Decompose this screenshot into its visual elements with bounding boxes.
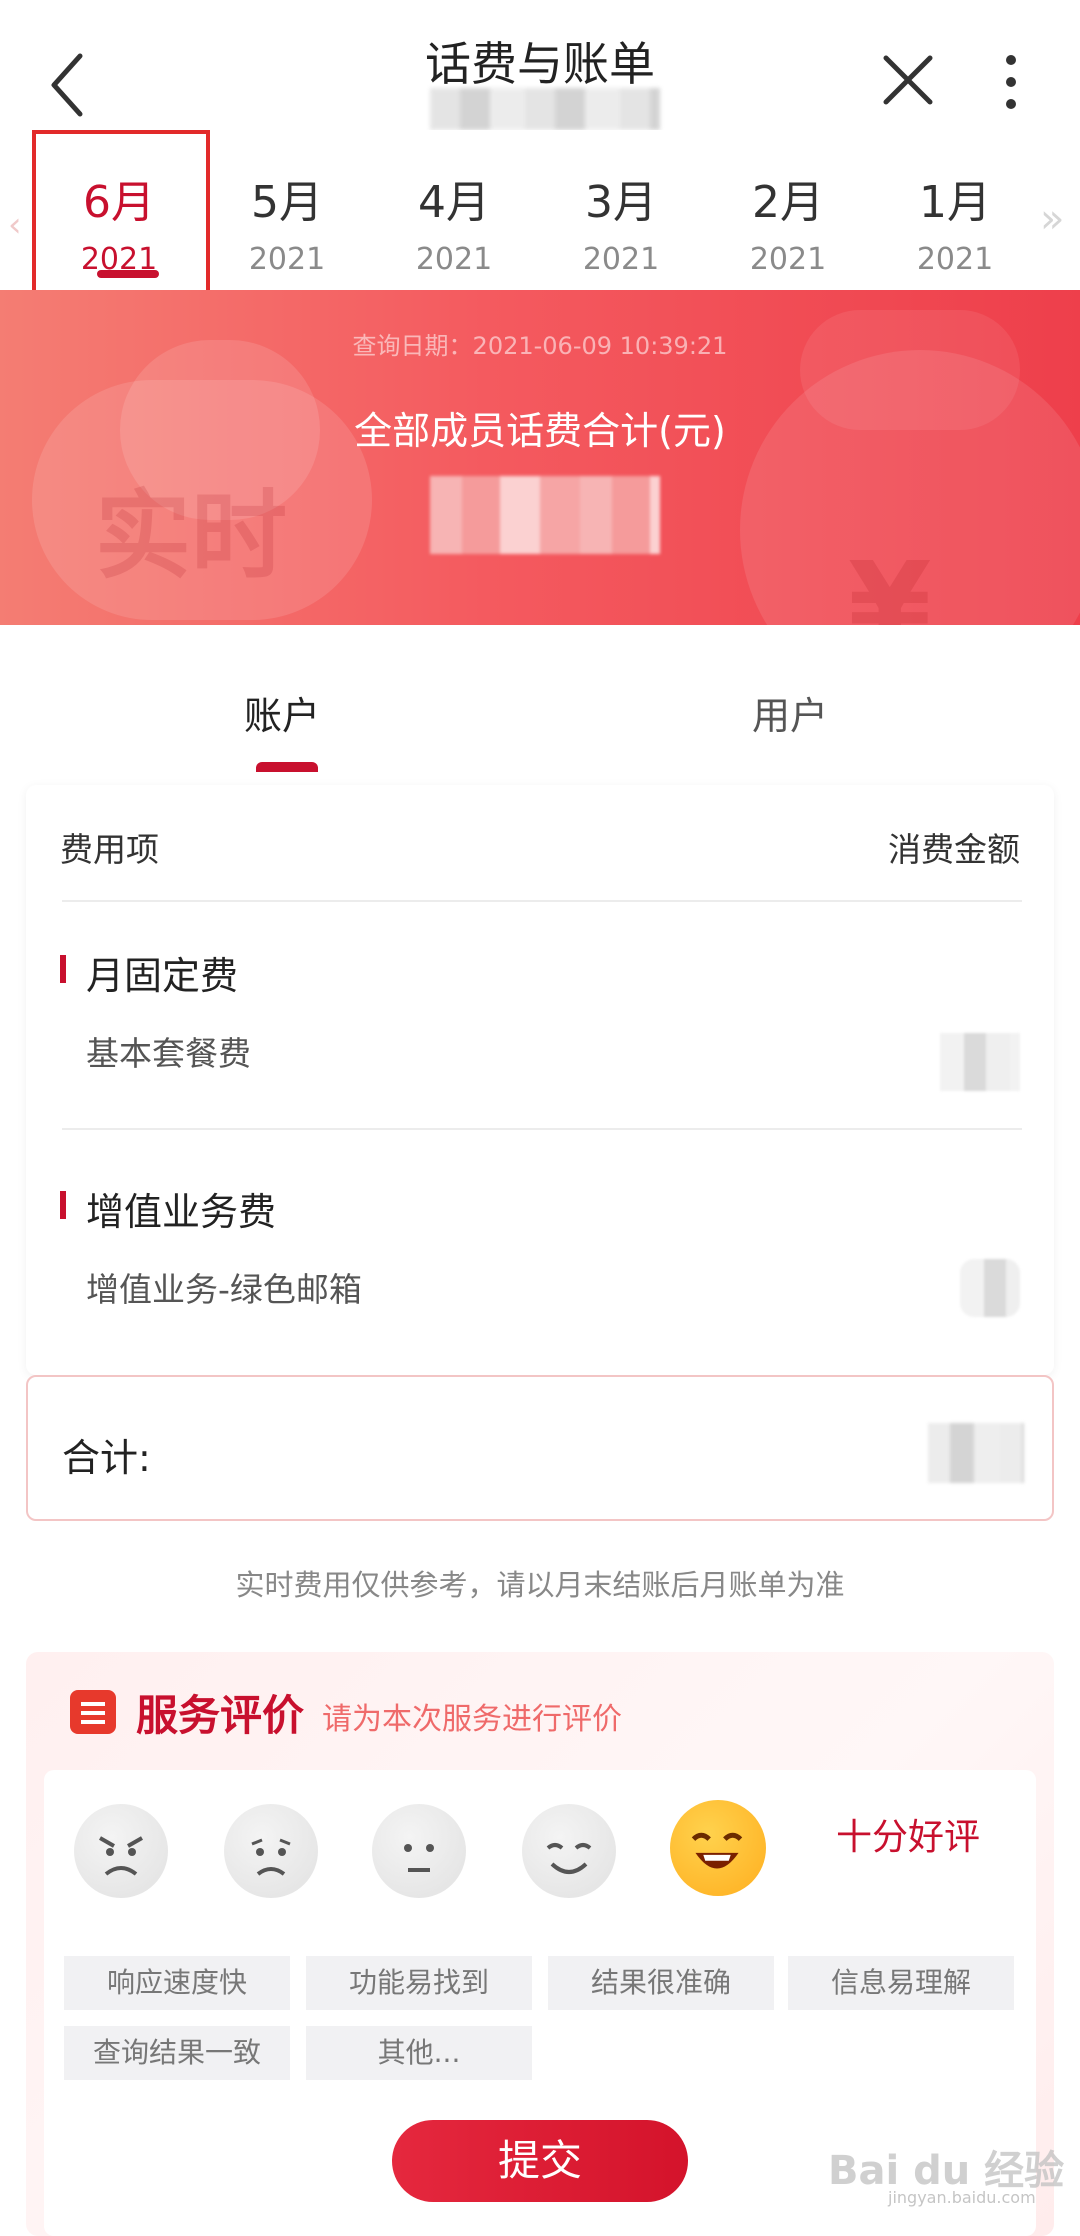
month-tab-5[interactable]: 5月 2021	[203, 130, 371, 290]
feedback-chip[interactable]: 功能易找到	[306, 1956, 532, 2010]
angry-face-icon[interactable]	[74, 1804, 168, 1898]
total-label: 合计:	[62, 1436, 151, 1480]
feedback-chip[interactable]: 响应速度快	[64, 1956, 290, 2010]
section-title: 增值业务费	[86, 1190, 277, 1234]
month-tab-3[interactable]: 3月 2021	[537, 130, 705, 290]
month-label: 3月	[585, 177, 657, 228]
section-title: 月固定费	[86, 954, 239, 998]
fee-amount-redacted	[960, 1259, 1020, 1317]
evaluation-title: 服务评价	[136, 1691, 305, 1740]
page: { "nav": {"title": "话费与账单"}, "months": […	[0, 0, 1080, 2236]
disclaimer-note: 实时费用仅供参考，请以月末结账后月账单为准	[235, 1568, 845, 1602]
summary-banner: 实时 ¥ 查询日期：2021-06-09 10:39:21 全部成员话费合计(元…	[0, 290, 1080, 625]
fee-item: 增值业务-绿色邮箱	[86, 1270, 362, 1309]
neutral-face-icon[interactable]	[372, 1804, 466, 1898]
year-label: 2021	[749, 242, 827, 277]
feedback-chip[interactable]: 查询结果一致	[64, 2026, 290, 2080]
fee-table-card: 费用项 消费金额 月固定费 基本套餐费 增值业务费 增值业务-绿色邮箱	[26, 785, 1054, 1375]
scroll-left-icon[interactable]: ‹	[8, 205, 22, 245]
column-header-amount: 消费金额	[888, 830, 1020, 869]
total-fee-amount-redacted	[430, 476, 660, 554]
query-date: 查询日期：2021-06-09 10:39:21	[352, 332, 728, 360]
submit-button[interactable]: 提交	[392, 2120, 688, 2202]
year-label: 2021	[415, 242, 493, 277]
sad-face-icon[interactable]	[224, 1804, 318, 1898]
month-label: 5月	[251, 177, 323, 228]
close-icon[interactable]	[880, 52, 936, 108]
fee-item: 基本套餐费	[86, 1034, 251, 1073]
month-tab-2[interactable]: 2月 2021	[704, 130, 872, 290]
account-number-redacted	[430, 88, 660, 130]
baidu-watermark-url: jingyan.baidu.com	[888, 2188, 1036, 2207]
year-label: 2021	[582, 242, 660, 277]
month-tab-1[interactable]: 1月 2021	[871, 130, 1039, 290]
smile-face-icon[interactable]	[522, 1804, 616, 1898]
divider	[62, 1128, 1022, 1130]
scroll-right-icon[interactable]: »	[1040, 196, 1064, 242]
month-label: 2月	[752, 177, 824, 228]
tab-account[interactable]: 账户	[244, 685, 320, 740]
yen-icon: ¥	[848, 538, 932, 625]
feedback-chip[interactable]: 信息易理解	[788, 1956, 1014, 2010]
very-happy-face-icon[interactable]	[670, 1800, 766, 1896]
feedback-chip[interactable]: 结果很准确	[548, 1956, 774, 2010]
section-marker	[60, 955, 66, 983]
tab-active-indicator	[256, 762, 318, 772]
message-icon	[70, 1690, 116, 1734]
more-icon[interactable]	[996, 54, 1026, 110]
total-fee-label: 全部成员话费合计(元)	[354, 409, 726, 453]
evaluation-subtitle: 请为本次服务进行评价	[322, 1702, 622, 1737]
month-tab-4[interactable]: 4月 2021	[370, 130, 538, 290]
total-amount-redacted	[928, 1423, 1024, 1483]
tab-bar: 账户 用户	[0, 625, 1080, 775]
month-label: 4月	[418, 177, 490, 228]
tab-user[interactable]: 用户	[752, 685, 828, 740]
feedback-chip[interactable]: 其他...	[306, 2026, 532, 2080]
realtime-watermark: 实时	[95, 480, 287, 592]
column-header-item: 费用项	[60, 830, 159, 869]
top-nav-bar: 话费与账单	[0, 0, 1080, 130]
year-label: 2021	[248, 242, 326, 277]
month-label: 1月	[919, 177, 991, 228]
fee-amount-redacted	[940, 1033, 1020, 1091]
rating-text: 十分好评	[836, 1817, 981, 1858]
divider	[62, 900, 1022, 902]
section-marker	[60, 1191, 66, 1219]
total-row: 合计:	[26, 1375, 1054, 1521]
year-label: 2021	[916, 242, 994, 277]
